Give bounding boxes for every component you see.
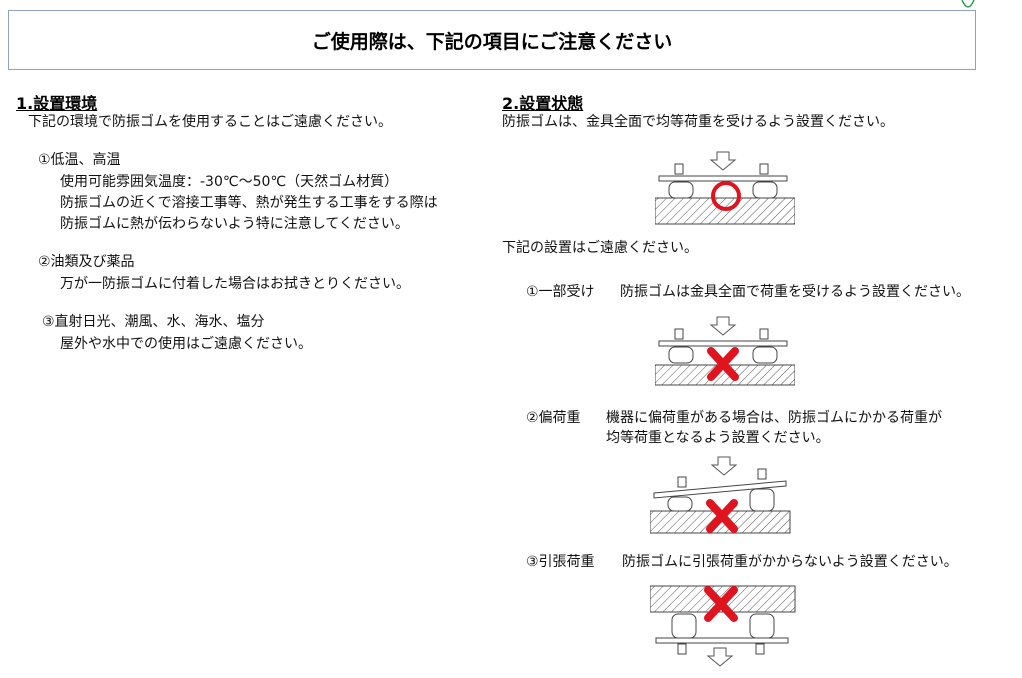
arrow-down-icon	[709, 151, 737, 171]
case-3-desc: 防振ゴムに引張荷重がかからないよう設置ください。	[622, 554, 958, 570]
diagram-partial-support	[655, 316, 795, 386]
arrow-down-icon	[706, 647, 734, 667]
case-1-label: ①一部受け	[526, 284, 595, 300]
section1-intro: 下記の環境で防振ゴムを使用することはご遠慮ください。	[28, 114, 392, 130]
env-item-2-label: ②油類及び薬品	[38, 254, 135, 270]
case-2-desc-2: 均等荷重となるよう設置ください。	[606, 430, 830, 446]
section1-heading: 1.設置環境	[16, 94, 98, 113]
case-3-label: ③引張荷重	[526, 554, 595, 570]
arrow-down-icon	[710, 456, 738, 476]
page-title: ご使用際は、下記の項目にご注意ください	[311, 30, 673, 53]
section2-heading: 2.設置状態	[502, 94, 584, 113]
title-box: ご使用際は、下記の項目にご注意ください	[8, 10, 976, 70]
diagram-tensile-load	[650, 585, 796, 667]
avoid-heading: 下記の設置はご遠慮ください。	[502, 240, 698, 256]
case-2-desc-1: 機器に偏荷重がある場合は、防振ゴムにかかる荷重が	[606, 410, 942, 426]
section2-intro: 防振ゴムは、金具全面で均等荷重を受けるよう設置ください。	[502, 114, 894, 130]
case-2-label: ②偏荷重	[526, 410, 581, 426]
env-item-1-line-3: 防振ゴムに熱が伝わらないよう特に注意してください。	[60, 216, 409, 232]
arrow-down-icon	[709, 316, 737, 336]
env-item-3-label: ③直射日光、潮風、水、海水、塩分	[42, 314, 265, 330]
diagram-uneven-load	[650, 456, 791, 534]
env-item-1-label: ①低温、高温	[38, 152, 121, 168]
env-item-1-line-2: 防振ゴムの近くで溶接工事等、熱が発生する工事をする際は	[60, 195, 438, 211]
env-item-2-line-1: 万が一防振ゴムに付着した場合はお拭きとりください。	[60, 276, 410, 292]
diagram-correct-install	[655, 151, 795, 225]
env-item-1-line-1: 使用可能雰囲気温度：-30℃〜50℃（天然ゴム材質）	[60, 174, 399, 190]
case-1-desc: 防振ゴムは金具全面で荷重を受けるよう設置ください。	[620, 284, 970, 300]
env-item-3-line-1: 屋外や水中での使用はご遠慮ください。	[60, 336, 312, 352]
